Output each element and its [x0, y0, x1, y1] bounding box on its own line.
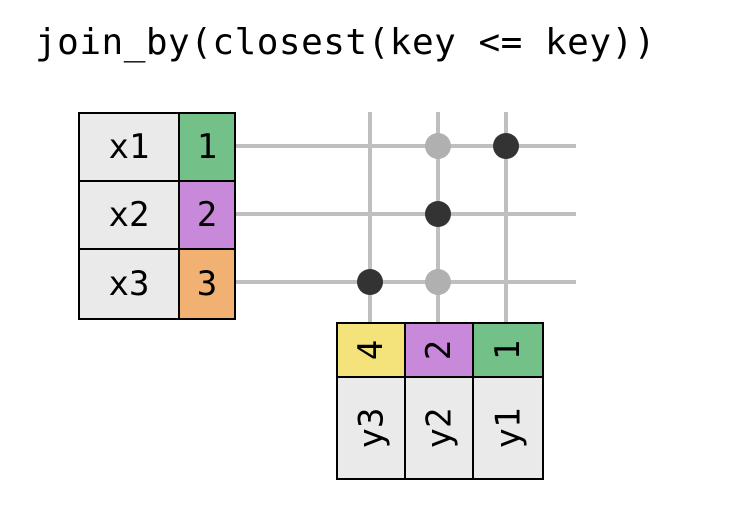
match-dot-candidate	[425, 269, 451, 295]
diagram-canvas: join_by(closest(key <= key)) x11x22x33 4…	[0, 0, 737, 524]
x-label-cell: x2	[80, 182, 180, 250]
match-dot-candidate	[425, 133, 451, 159]
grid-hline	[236, 280, 576, 284]
x-key-cell: 2	[180, 182, 234, 250]
match-dot-closest	[493, 133, 519, 159]
code-expression-title: join_by(closest(key <= key))	[35, 22, 656, 63]
match-dot-closest	[425, 201, 451, 227]
left-table-x: x11x22x33	[78, 112, 236, 320]
y-key-cell: 2	[406, 324, 474, 378]
x-label-cell: x1	[80, 114, 180, 182]
bottom-key-row: 421	[338, 324, 542, 378]
left-table-row: x11	[80, 114, 234, 182]
y-key-cell: 1	[474, 324, 542, 378]
left-table-row: x22	[80, 182, 234, 250]
bottom-table-y: 421y3y2y1	[336, 322, 544, 480]
y-key-cell: 4	[338, 324, 406, 378]
y-label-cell: y3	[338, 378, 406, 478]
grid-hline	[236, 144, 576, 148]
match-dot-closest	[357, 269, 383, 295]
x-key-cell: 3	[180, 250, 234, 318]
x-key-cell: 1	[180, 114, 234, 182]
left-table-row: x33	[80, 250, 234, 318]
x-label-cell: x3	[80, 250, 180, 318]
y-label-cell: y2	[406, 378, 474, 478]
bottom-label-row: y3y2y1	[338, 378, 542, 478]
y-label-cell: y1	[474, 378, 542, 478]
grid-hline	[236, 212, 576, 216]
